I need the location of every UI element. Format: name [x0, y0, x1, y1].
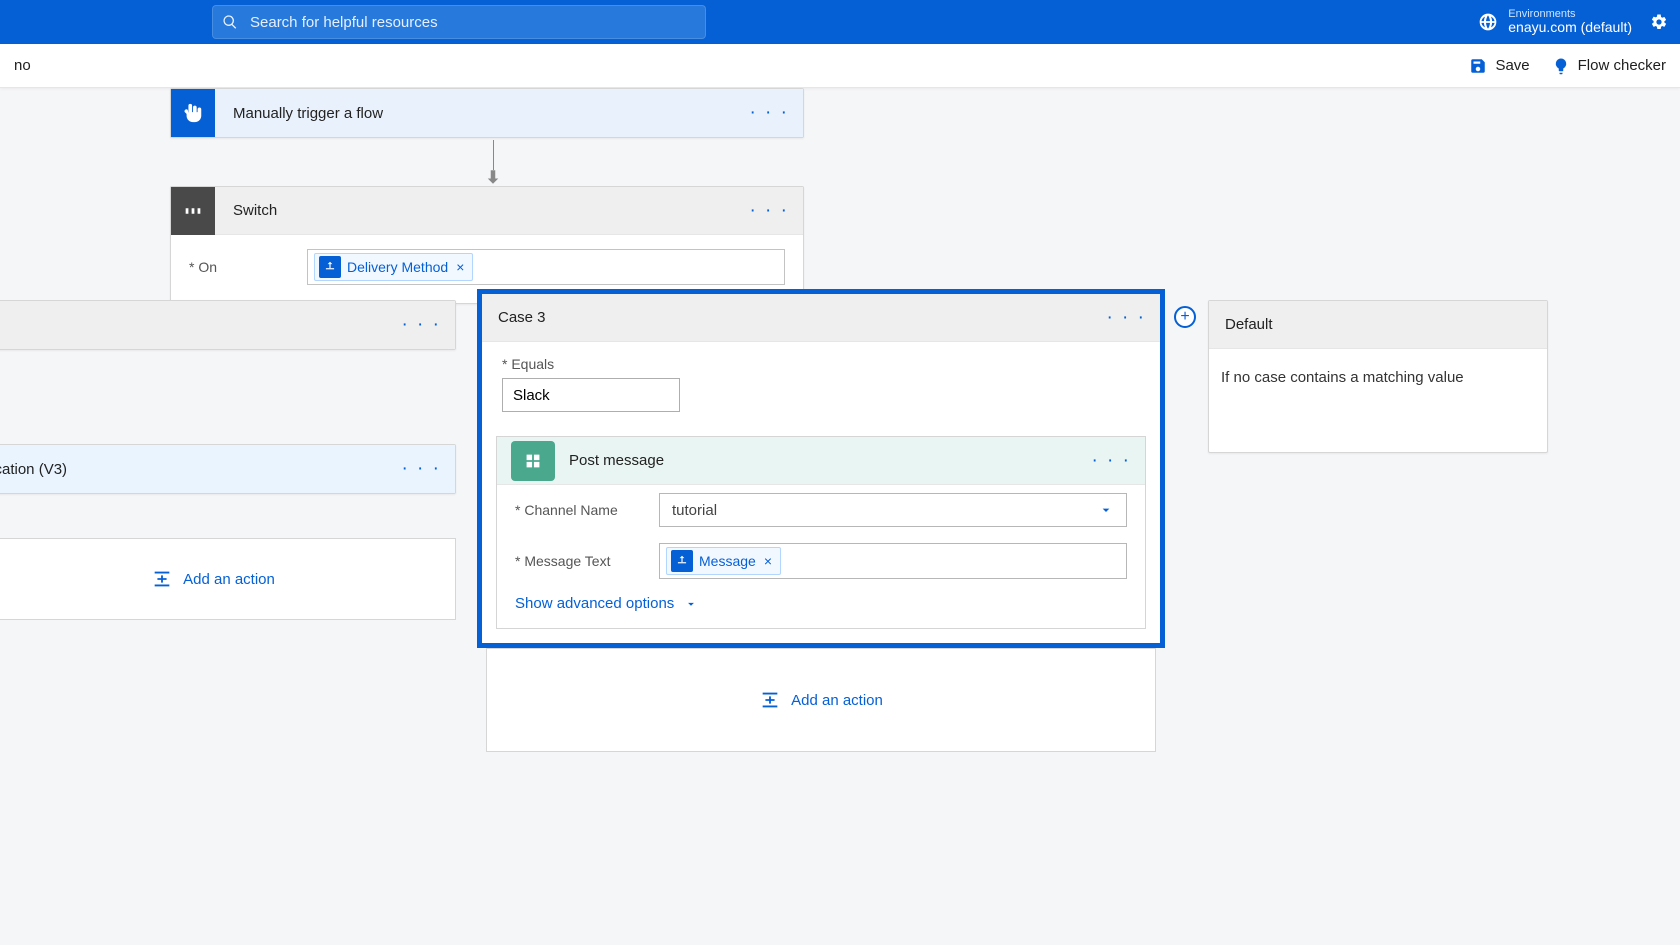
message-token-remove[interactable]: ×: [764, 553, 772, 569]
channel-select[interactable]: tutorial: [659, 493, 1127, 527]
post-message-card[interactable]: Post message · · · Channel Name tutorial…: [496, 436, 1146, 629]
add-action-left-label: Add an action: [183, 571, 275, 588]
equals-label: Equals: [502, 356, 1140, 372]
channel-value: tutorial: [672, 502, 717, 519]
equals-input[interactable]: [502, 378, 680, 412]
breadcrumb: no: [14, 57, 31, 74]
add-action-left[interactable]: Add an action: [0, 538, 456, 620]
save-button[interactable]: Save: [1469, 57, 1529, 75]
environment-picker[interactable]: Environments enayu.com (default): [1478, 8, 1632, 35]
save-icon: [1469, 57, 1487, 75]
search-icon: [222, 14, 238, 30]
default-title: Default: [1225, 316, 1273, 333]
slack-icon: [511, 441, 555, 481]
trigger-title: Manually trigger a flow: [233, 105, 383, 122]
manual-trigger-icon: [171, 89, 215, 137]
add-action-case3[interactable]: Add an action: [486, 648, 1156, 752]
message-token[interactable]: Message ×: [666, 547, 781, 575]
case-left-action-title: fication (V3): [0, 461, 67, 478]
case-left-menu[interactable]: · · ·: [401, 314, 441, 336]
switch-on-label: On: [189, 259, 217, 275]
case-left-action[interactable]: fication (V3) · · ·: [0, 444, 456, 494]
search-input[interactable]: [250, 14, 696, 31]
flow-checker-label: Flow checker: [1578, 57, 1666, 74]
message-text-field[interactable]: Message ×: [659, 543, 1127, 579]
trigger-menu[interactable]: · · ·: [749, 102, 789, 124]
case3-menu[interactable]: · · ·: [1106, 307, 1146, 329]
token-label: Delivery Method: [347, 259, 448, 275]
toolbar: no Save Flow checker: [0, 44, 1680, 88]
add-action-icon: [759, 689, 781, 711]
show-advanced[interactable]: Show advanced options: [497, 587, 1145, 628]
case-left-panel[interactable]: · · ·: [0, 300, 456, 350]
add-case-button[interactable]: +: [1174, 306, 1196, 328]
environment-value: enayu.com (default): [1508, 20, 1632, 35]
default-desc: If no case contains a matching value: [1209, 349, 1547, 452]
case-left-action-menu[interactable]: · · ·: [401, 458, 441, 480]
globe-icon: [1478, 12, 1498, 32]
chevron-down-icon: [1098, 502, 1114, 518]
case3-title: Case 3: [498, 309, 546, 326]
default-panel[interactable]: Default If no case contains a matching v…: [1208, 300, 1548, 453]
flow-canvas[interactable]: Manually trigger a flow · · · Switch · ·…: [0, 88, 1680, 945]
switch-icon: [171, 187, 215, 235]
flow-checker-icon: [1552, 57, 1570, 75]
advanced-label: Show advanced options: [515, 595, 674, 612]
switch-on-field[interactable]: Delivery Method ×: [307, 249, 785, 285]
search-box[interactable]: [212, 5, 706, 39]
connector-arrow: [484, 140, 502, 186]
post-message-menu[interactable]: · · ·: [1091, 450, 1131, 472]
case3-panel[interactable]: Case 3 · · · Equals Post message · · · C…: [477, 289, 1165, 648]
channel-label: Channel Name: [515, 502, 645, 518]
settings-icon[interactable]: [1650, 13, 1668, 31]
token-remove[interactable]: ×: [456, 259, 464, 275]
message-token-label: Message: [699, 553, 756, 569]
add-action-icon: [151, 568, 173, 590]
switch-menu[interactable]: · · ·: [749, 200, 789, 222]
switch-title: Switch: [233, 202, 277, 219]
add-action-case3-label: Add an action: [791, 692, 883, 709]
message-label: Message Text: [515, 553, 645, 569]
switch-card[interactable]: Switch · · · On Delivery Method ×: [170, 186, 804, 304]
post-message-title: Post message: [569, 452, 664, 469]
chevron-down-icon: [684, 597, 698, 611]
delivery-method-token[interactable]: Delivery Method ×: [314, 253, 473, 281]
save-label: Save: [1495, 57, 1529, 74]
flow-checker-button[interactable]: Flow checker: [1552, 57, 1666, 75]
top-bar: Environments enayu.com (default): [0, 0, 1680, 44]
trigger-card[interactable]: Manually trigger a flow · · ·: [170, 88, 804, 138]
